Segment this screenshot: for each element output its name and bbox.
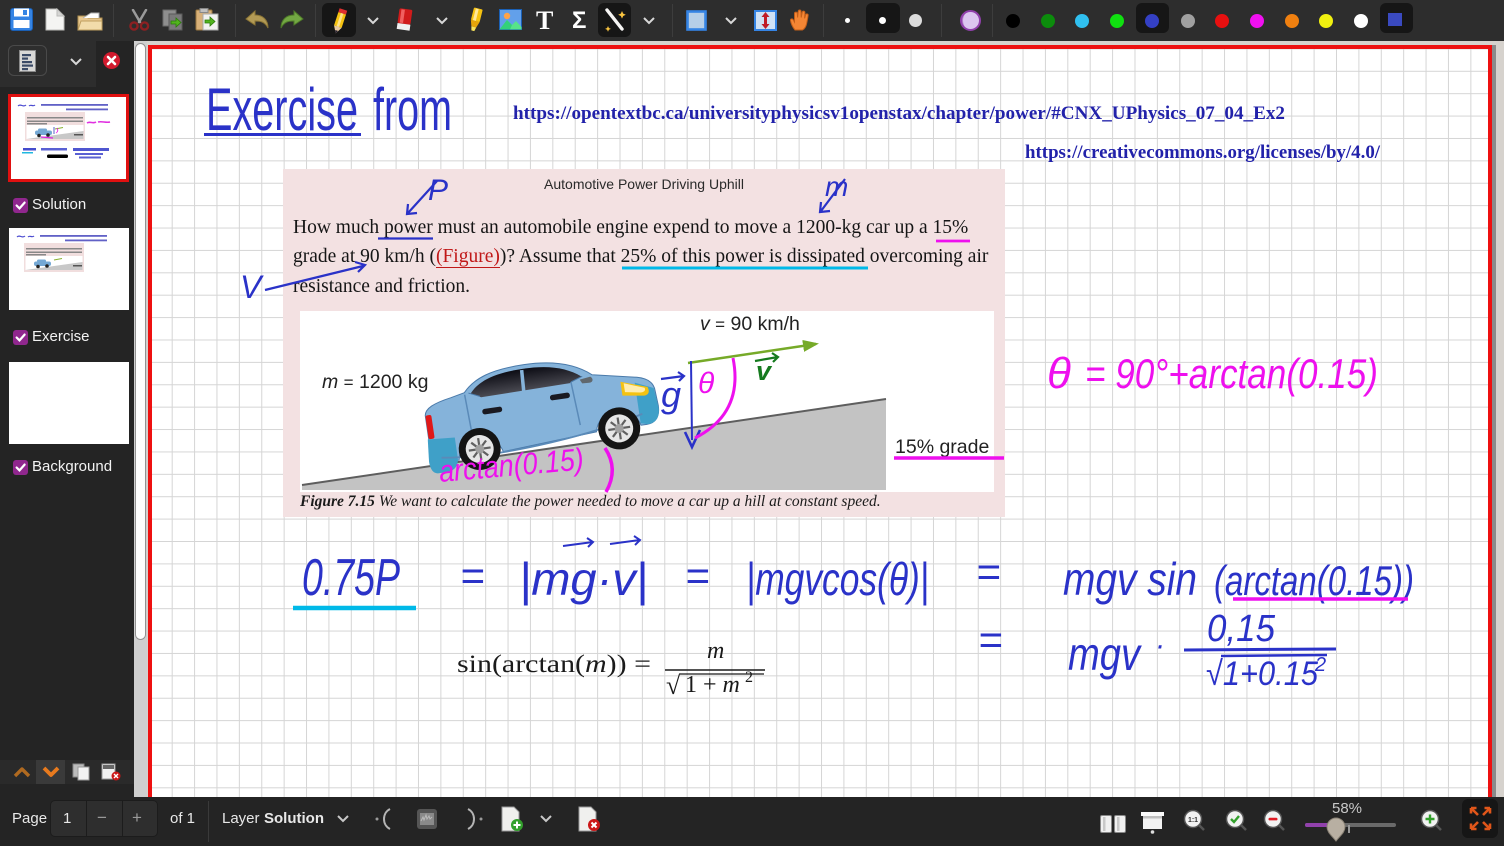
svg-text:√1+0.15: √1+0.15 [1206, 655, 1318, 693]
svg-text:=: = [460, 552, 485, 599]
svg-text:·: · [1155, 629, 1165, 662]
svg-text:0.75P: 0.75P [302, 549, 400, 607]
svg-text:https://opentextbc.ca/universi: https://opentextbc.ca/universityphysicsv… [513, 104, 1285, 124]
svg-text:=: = [976, 548, 1001, 595]
svg-text:(arctan(0.15)): (arctan(0.15)) [1214, 557, 1414, 604]
svg-text:V: V [240, 269, 264, 305]
svg-text:0,15: 0,15 [1207, 608, 1276, 650]
svg-text:m: m [825, 171, 848, 202]
svg-text:=: = [978, 616, 1003, 663]
svg-text:|mgvcos(θ)|: |mgvcos(θ)| [746, 553, 929, 605]
svg-text:g: g [661, 374, 681, 415]
svg-text:2: 2 [1314, 654, 1326, 676]
svg-text:=: = [685, 552, 710, 599]
svg-text:2: 2 [745, 669, 753, 686]
svg-text:Exercise: Exercise [206, 76, 358, 143]
svg-text:https://creativecommons.org/li: https://creativecommons.org/licenses/by/… [1025, 143, 1381, 163]
svg-text:from: from [373, 76, 452, 143]
svg-text:1:1: 1:1 [1188, 817, 1198, 824]
svg-text:|mg·v|: |mg·v| [519, 553, 648, 605]
svg-text:θ: θ [1047, 349, 1071, 398]
svg-text:1 + m: 1 + m [685, 672, 740, 698]
svg-text:m: m [707, 638, 724, 664]
svg-text:sin(arctan(m)) =: sin(arctan(m)) = [457, 651, 651, 678]
svg-text:P: P [428, 174, 448, 207]
svg-text:√: √ [666, 671, 681, 700]
svg-text:mgv sin: mgv sin [1063, 553, 1197, 605]
svg-text:= 90°+arctan(0.15): = 90°+arctan(0.15) [1085, 350, 1378, 397]
svg-text:mgv: mgv [1068, 628, 1142, 680]
svg-text:θ: θ [698, 367, 715, 400]
